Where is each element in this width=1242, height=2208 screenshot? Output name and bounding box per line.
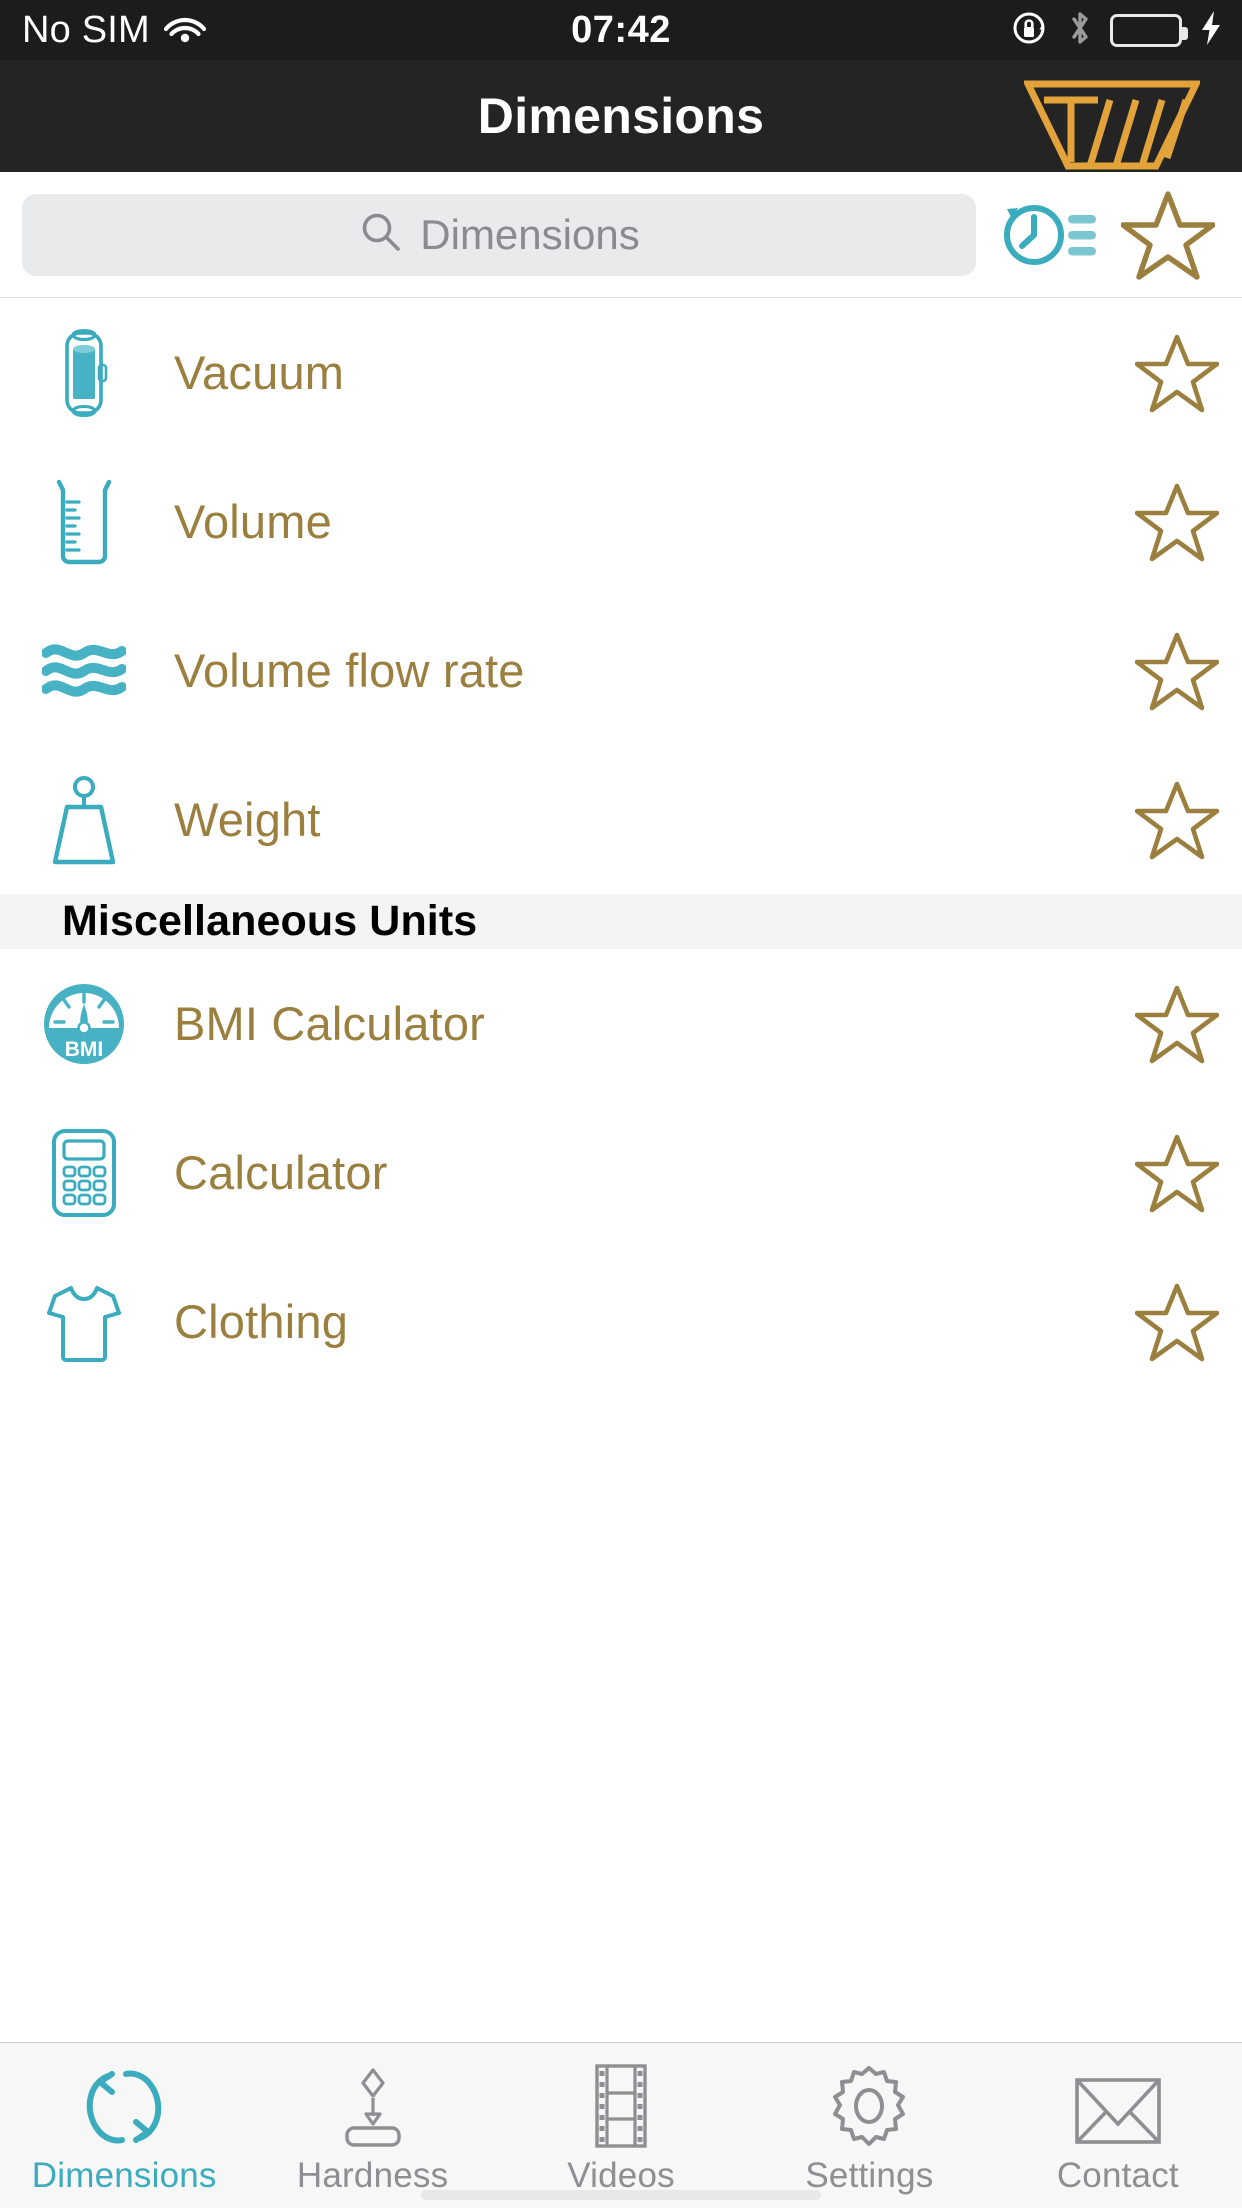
page-title: Dimensions	[477, 88, 765, 144]
favorite-star-icon[interactable]	[1112, 1281, 1242, 1363]
vacuum-vial-icon	[38, 325, 130, 421]
tab-videos[interactable]: Videos	[497, 2043, 745, 2208]
tab-hardness[interactable]: Hardness	[248, 2043, 496, 2208]
list-item[interactable]: Calculator	[0, 1098, 1242, 1247]
list-item-label: BMI Calculator	[174, 997, 486, 1050]
beaker-icon	[38, 474, 130, 570]
gear-icon	[826, 2064, 912, 2150]
list-item[interactable]: Volume flow rate	[0, 596, 1242, 745]
list-item-label: Volume flow rate	[174, 644, 525, 697]
list-item[interactable]: Vacuum	[0, 298, 1242, 447]
navigation-bar: Dimensions	[0, 60, 1242, 172]
favorite-star-icon[interactable]	[1112, 481, 1242, 563]
favorite-star-icon[interactable]	[1112, 630, 1242, 712]
list-item[interactable]: Clothing	[0, 1247, 1242, 1396]
home-indicator	[421, 2190, 821, 2200]
list-item-label: Volume	[174, 495, 332, 548]
list-item[interactable]: Weight	[0, 745, 1242, 894]
list-item-label: Weight	[174, 793, 321, 846]
weight-icon	[38, 772, 130, 868]
history-clock-icon[interactable]	[994, 187, 1098, 283]
waves-icon	[38, 623, 130, 719]
tab-contact[interactable]: Contact	[994, 2043, 1242, 2208]
search-input[interactable]: Dimensions	[22, 193, 976, 276]
status-bar: No SIM 07:42	[0, 0, 1242, 60]
calculator-icon	[38, 1125, 130, 1221]
status-bar-time: 07:42	[571, 8, 671, 51]
favorite-star-icon[interactable]	[1112, 779, 1242, 861]
search-placeholder: Dimensions	[420, 210, 640, 258]
list-item-label: Vacuum	[174, 346, 345, 399]
tab-label: Settings	[805, 2155, 934, 2195]
list-item-label: Clothing	[174, 1295, 349, 1348]
hardness-indenter-icon	[333, 2064, 413, 2150]
favorites-star-icon[interactable]	[1116, 187, 1220, 283]
list-item[interactable]: Volume	[0, 447, 1242, 596]
list-item[interactable]: BMI BMI Calculator	[0, 949, 1242, 1098]
tab-settings[interactable]: Settings	[745, 2043, 993, 2208]
favorite-star-icon[interactable]	[1112, 983, 1242, 1065]
tab-bar: Dimensions Hardness Videos Settings Cont…	[0, 2042, 1242, 2208]
section-header-miscellaneous: Miscellaneous Units	[0, 894, 1242, 949]
svg-text:BMI: BMI	[65, 1038, 104, 1061]
tshirt-icon	[38, 1274, 130, 1370]
favorite-star-icon[interactable]	[1112, 332, 1242, 414]
search-row: Dimensions	[0, 172, 1242, 298]
tab-dimensions[interactable]: Dimensions	[0, 2043, 248, 2208]
list-item-label: Calculator	[174, 1146, 388, 1199]
battery-icon	[1110, 13, 1188, 47]
bmi-gauge-icon: BMI	[38, 976, 130, 1072]
tab-label: Dimensions	[31, 2155, 217, 2195]
film-strip-icon	[586, 2063, 656, 2150]
tw-logo-icon	[1022, 78, 1202, 170]
favorite-star-icon[interactable]	[1112, 1132, 1242, 1214]
search-icon	[358, 209, 404, 260]
circular-arrows-icon	[78, 2064, 170, 2150]
dimensions-list: Vacuum Volume Volume flow rate Weight Mi…	[0, 298, 1242, 2042]
app-screen: No SIM 07:42 Dimensions Dimensions Vacuu…	[0, 0, 1242, 2208]
tab-label: Contact	[1056, 2155, 1179, 2195]
envelope-icon	[1072, 2064, 1164, 2150]
